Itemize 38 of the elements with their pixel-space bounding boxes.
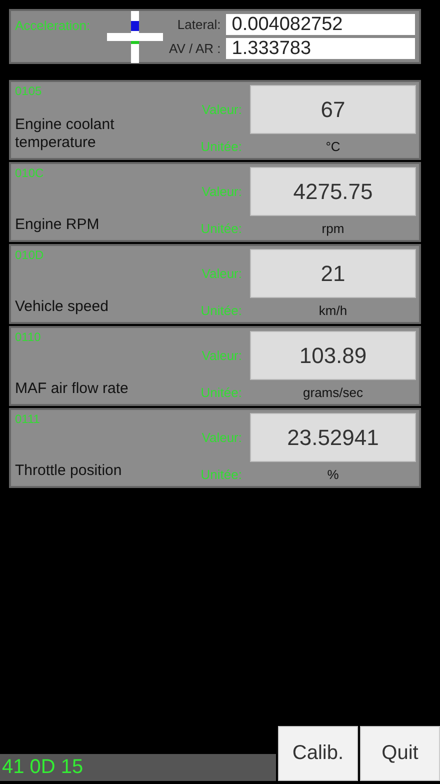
pid-name: Vehicle speed — [15, 298, 110, 316]
av-ar-label: AV / AR : — [169, 41, 221, 56]
unit-label: Unitée: — [200, 220, 243, 236]
lateral-label: Lateral: — [176, 17, 221, 32]
lateral-field: 0.004082752 — [226, 14, 415, 35]
unit-label: Unitée: — [200, 302, 243, 318]
value-display: 23.52941 — [250, 413, 416, 462]
acceleration-label: Acceleration: — [15, 18, 92, 33]
pid-code: 010D — [15, 248, 45, 262]
unit-label: Unitée: — [200, 384, 243, 400]
unit-text: grams/sec — [302, 384, 364, 400]
status-bar: 41 0D 15 — [0, 754, 276, 781]
value-display: 4275.75 — [250, 167, 416, 216]
value-display: 103.89 — [250, 331, 416, 380]
av-ar-field: 1.333783 — [226, 38, 415, 59]
value-display: 21 — [250, 249, 416, 298]
unit-text: rpm — [320, 220, 346, 236]
pid-code: 010C — [15, 166, 45, 180]
unit-label: Unitée: — [200, 138, 243, 154]
pid-code: 0105 — [15, 84, 43, 98]
quit-button[interactable]: Quit — [360, 726, 440, 781]
value-label: Valeur: — [200, 266, 243, 280]
pid-code: 0111 — [15, 412, 41, 426]
unit-text: % — [326, 466, 340, 482]
value-display: 67 — [250, 85, 416, 134]
pid-name: MAF air flow rate — [15, 380, 130, 398]
value-label: Valeur: — [200, 184, 243, 198]
pid-name: Throttle position — [15, 462, 123, 480]
pid-name: Engine RPM — [15, 216, 100, 234]
pid-name: Engine coolant temperature — [15, 116, 116, 152]
value-label: Valeur: — [200, 430, 243, 444]
value-label: Valeur: — [200, 102, 243, 116]
pid-code: 0110 — [15, 330, 42, 344]
unit-text: °C — [324, 138, 342, 154]
unit-label: Unitée: — [200, 466, 243, 482]
value-label: Valeur: — [200, 348, 243, 362]
calibrate-button[interactable]: Calib. — [278, 726, 358, 781]
unit-text: km/h — [318, 302, 348, 318]
